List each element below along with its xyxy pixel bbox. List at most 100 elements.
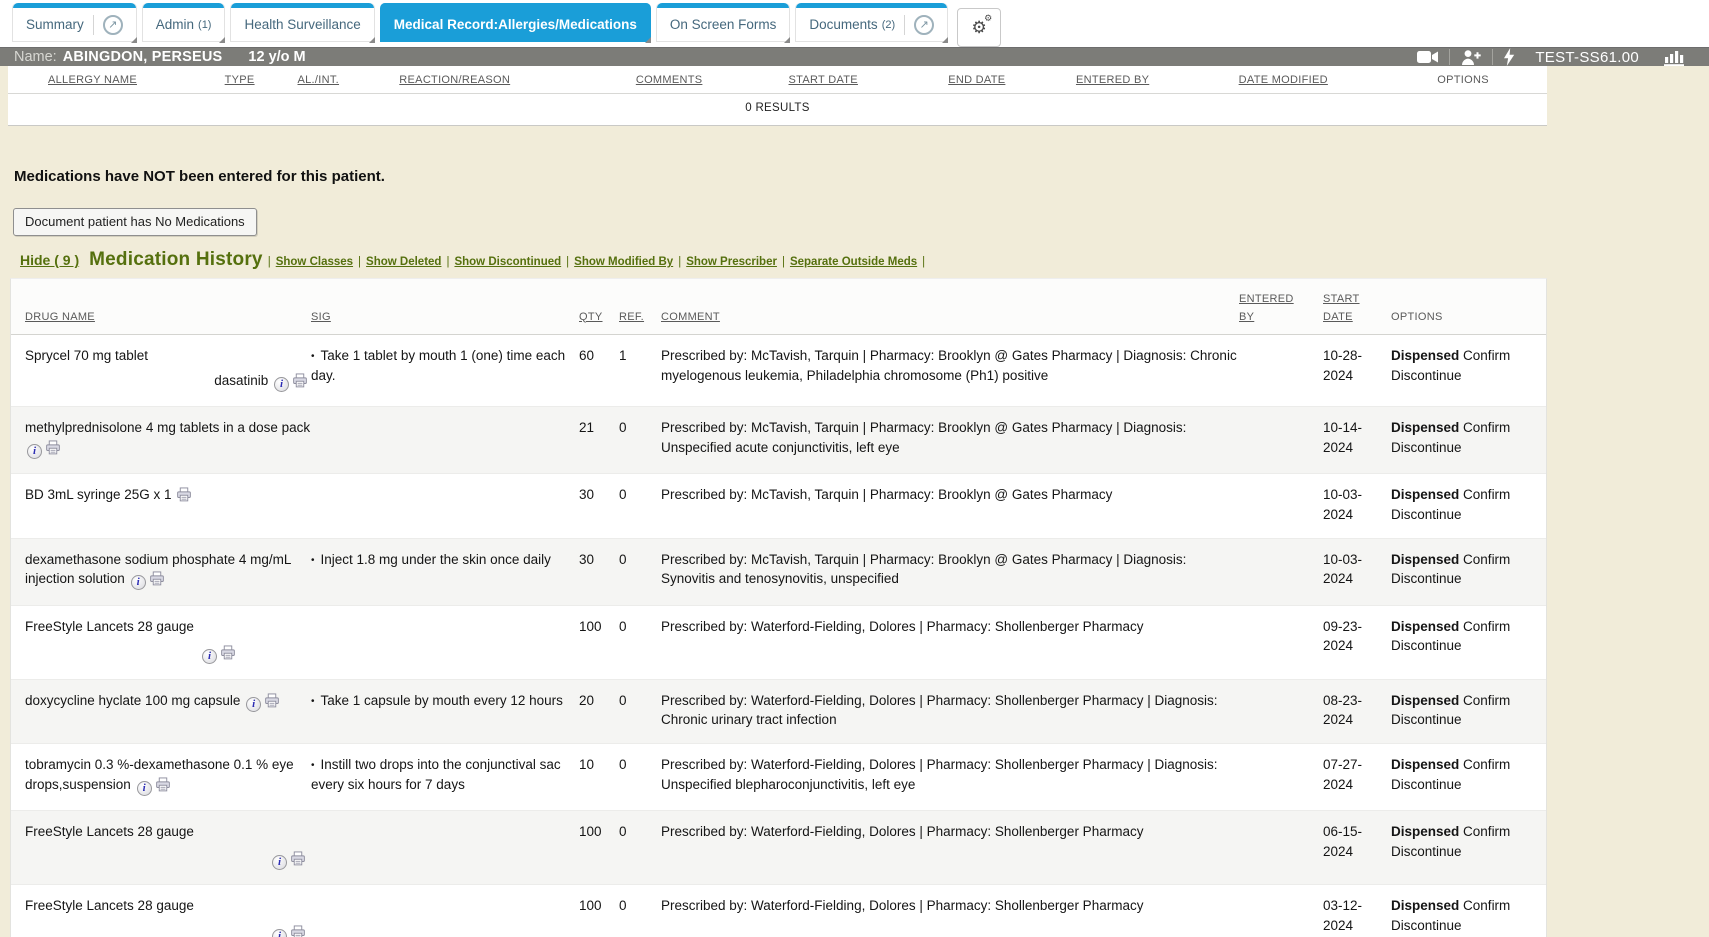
ref-value: 0	[619, 757, 627, 772]
print-icon[interactable]	[155, 777, 171, 798]
header-ref[interactable]: REF.	[619, 309, 661, 327]
confirm-link[interactable]: Confirm	[1463, 898, 1510, 913]
header-start-date[interactable]: STARTDATE	[1323, 291, 1383, 326]
patient-name-label: Name:	[14, 49, 57, 65]
discontinue-link[interactable]: Discontinue	[1391, 844, 1462, 859]
confirm-link[interactable]: Confirm	[1463, 693, 1510, 708]
allergy-header-date-modified[interactable]: DATE MODIFIED	[1239, 74, 1438, 86]
header-qty[interactable]: QTY	[579, 309, 619, 327]
tab-on-screen-forms[interactable]: On Screen Forms	[656, 3, 791, 42]
tab-admin[interactable]: Admin(1)	[142, 3, 226, 42]
comment-cell: Prescribed by: McTavish, Tarquin | Pharm…	[661, 418, 1239, 460]
allergy-header-al-int[interactable]: AL./INT.	[298, 74, 400, 86]
tab-summary[interactable]: Summary ↗	[12, 3, 137, 42]
show-prescriber-link[interactable]: Show Prescriber	[686, 256, 777, 268]
info-icon[interactable]: i	[274, 377, 289, 392]
info-icon[interactable]: i	[272, 929, 287, 937]
header-comment[interactable]: COMMENT	[661, 309, 1239, 327]
start-date-cell: 07-27-2024	[1323, 755, 1383, 797]
info-icon[interactable]: i	[202, 649, 217, 664]
print-icon[interactable]	[264, 693, 280, 714]
start-date: 07-27-2024	[1323, 757, 1362, 792]
discontinue-link[interactable]: Discontinue	[1391, 440, 1462, 455]
header-entered-by[interactable]: ENTEREDBY	[1239, 291, 1323, 326]
person-add-icon	[1460, 49, 1482, 66]
tab-external-link-button[interactable]: ↗	[904, 15, 934, 35]
allergy-header-reaction-reason[interactable]: REACTION/REASON	[399, 74, 636, 86]
tab-label: Summary	[26, 17, 84, 32]
sig-cell	[311, 822, 579, 871]
print-icon[interactable]	[220, 645, 236, 666]
allergy-header-comments[interactable]: COMMENTS	[636, 74, 789, 86]
discontinue-link[interactable]: Discontinue	[1391, 507, 1462, 522]
header-drug-name[interactable]: DRUG NAME	[11, 309, 311, 327]
print-icon[interactable]	[176, 487, 192, 508]
confirm-link[interactable]: Confirm	[1463, 619, 1510, 634]
info-icon[interactable]: i	[272, 855, 287, 870]
show-deleted-link[interactable]: Show Deleted	[366, 256, 441, 268]
allergy-header-type[interactable]: TYPE	[225, 74, 298, 86]
drug-name: FreeStyle Lancets 28 gauge	[25, 898, 194, 913]
medication-row: tobramycin 0.3 %-dexamethasone 0.1 % eye…	[11, 744, 1546, 811]
patient-header-bar: Name: ABINGDON, PERSEUS 12 y/o M TEST-SS…	[0, 48, 1709, 66]
discontinue-link[interactable]: Discontinue	[1391, 368, 1462, 383]
print-icon[interactable]	[292, 373, 308, 394]
qty-value: 100	[579, 824, 602, 839]
start-date: 08-23-2024	[1323, 693, 1362, 728]
show-discontinued-link[interactable]: Show Discontinued	[454, 256, 561, 268]
info-icon[interactable]: i	[27, 444, 42, 459]
print-icon[interactable]	[149, 571, 165, 592]
tab-documents[interactable]: Documents(2)↗	[795, 3, 948, 42]
add-person-button[interactable]	[1450, 49, 1492, 66]
confirm-link[interactable]: Confirm	[1463, 757, 1510, 772]
print-icon[interactable]	[45, 440, 61, 461]
qty-value: 30	[579, 552, 594, 567]
quick-action-button[interactable]	[1493, 48, 1525, 66]
show-modified-by-link[interactable]: Show Modified By	[574, 256, 673, 268]
show-classes-link[interactable]: Show Classes	[276, 256, 353, 268]
print-icon[interactable]	[290, 925, 306, 937]
qty-value: 100	[579, 619, 602, 634]
bar-chart-icon	[1663, 48, 1685, 66]
chart-button[interactable]	[1653, 48, 1695, 66]
qty-cell: 100	[579, 617, 619, 666]
allergy-header-allergy-name[interactable]: ALLERGY NAME	[48, 74, 225, 86]
separator: |	[446, 256, 449, 268]
allergy-header-entered-by[interactable]: ENTERED BY	[1076, 74, 1239, 86]
print-icon[interactable]	[290, 851, 306, 872]
tab-health-surveillance[interactable]: Health Surveillance	[230, 3, 374, 42]
tab-settings-button[interactable]: ⚙ ⚙	[957, 8, 1001, 47]
tab-medical-record-allergies-medications[interactable]: Medical Record:Allergies/Medications	[380, 3, 651, 42]
ref-value: 0	[619, 552, 627, 567]
discontinue-link[interactable]: Discontinue	[1391, 777, 1462, 792]
info-icon[interactable]: i	[131, 575, 146, 590]
tab-external-link-button[interactable]: ↗	[93, 15, 123, 35]
sig-cell: •Instill two drops into the conjunctival…	[311, 755, 579, 797]
info-icon[interactable]: i	[137, 781, 152, 796]
drug-icons-line: i	[25, 643, 311, 666]
discontinue-link[interactable]: Discontinue	[1391, 712, 1462, 727]
info-icon[interactable]: i	[246, 697, 261, 712]
start-date-cell: 10-28-2024	[1323, 346, 1383, 393]
document-no-medications-button[interactable]: Document patient has No Medications	[13, 208, 257, 236]
confirm-link[interactable]: Confirm	[1463, 420, 1510, 435]
discontinue-link[interactable]: Discontinue	[1391, 918, 1462, 933]
video-camera-button[interactable]	[1407, 49, 1449, 65]
discontinue-link[interactable]: Discontinue	[1391, 571, 1462, 586]
confirm-link[interactable]: Confirm	[1463, 487, 1510, 502]
confirm-link[interactable]: Confirm	[1463, 348, 1510, 363]
discontinue-link[interactable]: Discontinue	[1391, 638, 1462, 653]
allergy-header-start-date[interactable]: START DATE	[789, 74, 949, 86]
ref-value: 0	[619, 619, 627, 634]
header-sig[interactable]: SIG	[311, 309, 579, 327]
comment-cell: Prescribed by: Waterford-Fielding, Dolor…	[661, 896, 1239, 937]
ref-cell: 0	[619, 822, 661, 871]
hide-medication-history-link[interactable]: Hide ( 9 )	[20, 252, 79, 268]
allergy-header-end-date[interactable]: END DATE	[948, 74, 1076, 86]
separate-outside-meds-link[interactable]: Separate Outside Meds	[790, 256, 917, 268]
medication-row: dexamethasone sodium phosphate 4 mg/mL i…	[11, 539, 1546, 606]
external-link-icon: ↗	[103, 15, 123, 35]
confirm-link[interactable]: Confirm	[1463, 824, 1510, 839]
confirm-link[interactable]: Confirm	[1463, 552, 1510, 567]
comment-cell: Prescribed by: McTavish, Tarquin | Pharm…	[661, 346, 1239, 393]
